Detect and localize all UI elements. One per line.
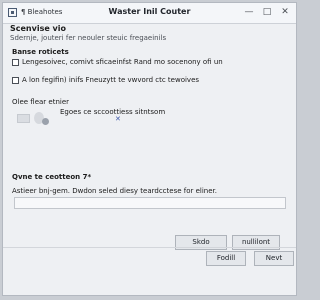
page-heading: Scenvise vio (10, 24, 67, 33)
close-icon[interactable]: ✕ (278, 6, 292, 18)
minimize-icon[interactable]: — (242, 6, 256, 18)
section-heading-3: Qvne te ceotteon 7* (12, 173, 92, 181)
maximize-icon[interactable]: □ (260, 6, 274, 18)
section-heading-2: Olee flear etnier (12, 98, 70, 106)
back-button[interactable]: Fodill (206, 251, 246, 266)
preview-graphic-icon (17, 108, 57, 126)
section-heading-1: Banse roticets (12, 48, 69, 56)
add-icon[interactable]: ✕ (115, 116, 121, 123)
option-label-2: A lon fegifin) inifs Fneuzytt te vwvord … (22, 76, 200, 84)
option-label-1: Lengesoivec, comivt sficaeinfst Rand mo … (22, 58, 223, 66)
text-input[interactable] (14, 197, 286, 209)
next-button[interactable]: Nevt (254, 251, 294, 266)
option-checkbox-2[interactable] (12, 77, 19, 84)
window-controls: — □ ✕ (242, 6, 292, 18)
section-description-3: Astieer bnj-gem. Dwdon seled diesy teard… (12, 187, 218, 195)
page-subtext: Sdernje, jouteri fer neouler steuic freg… (10, 34, 167, 42)
option-checkbox-1[interactable] (12, 59, 19, 66)
footer-divider (3, 247, 296, 248)
title-bar: ¶ Bleahotes Waster Inil Couter — □ ✕ (3, 3, 296, 24)
dialog-window: ¶ Bleahotes Waster Inil Couter — □ ✕ Sce… (2, 2, 297, 296)
section-subtext-2: Egoes ce sccoottiess sitntsom (60, 108, 166, 116)
